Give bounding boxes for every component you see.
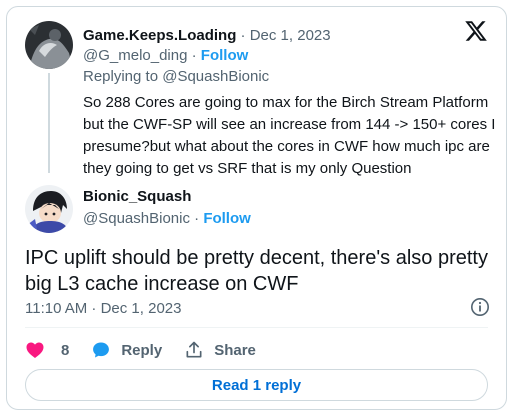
share-button[interactable]: Share bbox=[184, 340, 256, 360]
separator-dot: · bbox=[194, 210, 200, 227]
separator-dot: · bbox=[191, 47, 197, 64]
action-bar: 8 Reply Share bbox=[25, 338, 278, 362]
tweet-text: IPC uplift should be pretty decent, ther… bbox=[25, 247, 488, 295]
read-replies-button[interactable]: Read 1 reply bbox=[25, 369, 488, 401]
share-label: Share bbox=[214, 341, 256, 359]
separator-dot: · bbox=[240, 27, 246, 44]
parent-handle[interactable]: @G_melo_ding bbox=[83, 47, 187, 64]
author-display-name[interactable]: Bionic_Squash bbox=[83, 188, 191, 205]
parent-follow-button[interactable]: Follow bbox=[201, 47, 249, 64]
embedded-tweet-card: Game.Keeps.Loading · Dec 1, 2023 @G_melo… bbox=[6, 6, 507, 410]
avatar[interactable] bbox=[25, 185, 73, 233]
reply-button[interactable]: Reply bbox=[91, 340, 162, 360]
thread-connector-line bbox=[48, 73, 50, 173]
parent-handle-row: @G_melo_ding · Follow bbox=[83, 47, 248, 65]
read-replies-label: Read 1 reply bbox=[211, 376, 302, 394]
author-follow-button[interactable]: Follow bbox=[203, 210, 251, 227]
heart-icon bbox=[26, 342, 44, 358]
parent-tweet-date[interactable]: Dec 1, 2023 bbox=[250, 27, 331, 44]
share-upload-icon bbox=[186, 341, 202, 358]
reply-label: Reply bbox=[121, 341, 163, 359]
avatar[interactable] bbox=[25, 21, 73, 69]
like-count: 8 bbox=[61, 341, 70, 359]
parent-tweet-text: So 288 Cores are going to max for the Bi… bbox=[83, 94, 496, 177]
author-handle[interactable]: @SquashBionic bbox=[83, 210, 190, 227]
parent-display-name[interactable]: Game.Keeps.Loading bbox=[83, 27, 236, 44]
author-handle-row: @SquashBionic · Follow bbox=[83, 210, 251, 228]
author-name-row: Bionic_Squash bbox=[83, 188, 191, 206]
like-button[interactable]: 8 bbox=[25, 340, 69, 360]
x-logo-icon[interactable] bbox=[464, 19, 488, 43]
divider bbox=[25, 327, 488, 328]
replying-to-label: Replying to @SquashBionic bbox=[83, 68, 270, 85]
parent-tweet-header: Game.Keeps.Loading · Dec 1, 2023 bbox=[83, 27, 331, 45]
info-icon[interactable] bbox=[470, 297, 490, 317]
tweet-timestamp[interactable]: 11:10 AM · Dec 1, 2023 bbox=[25, 300, 181, 318]
speech-bubble-icon bbox=[93, 342, 110, 358]
